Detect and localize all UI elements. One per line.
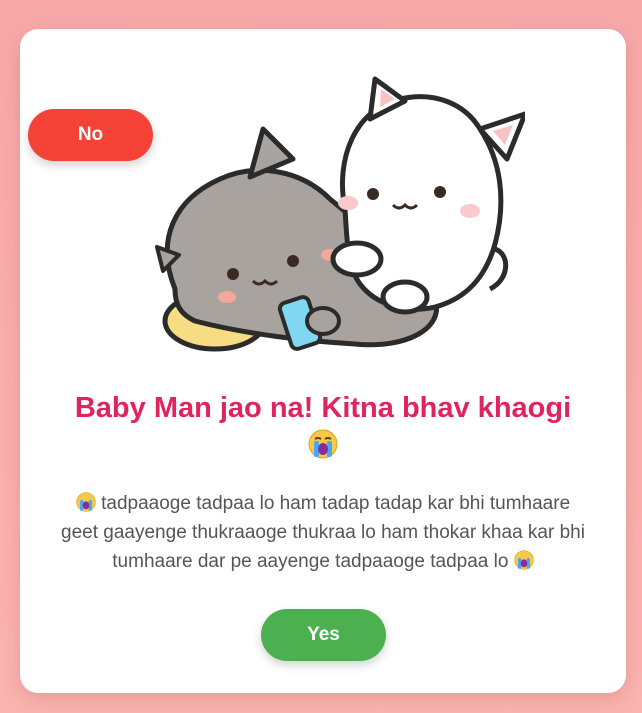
loudly-crying-face-icon xyxy=(514,550,534,570)
message-body: tadpaaoge tadpaa lo ham tadap tadap kar … xyxy=(61,493,585,572)
loudly-crying-face-icon xyxy=(76,492,96,512)
loudly-crying-face-icon xyxy=(308,429,338,459)
two-cats-illustration xyxy=(155,76,525,352)
page-title: Baby Man jao na! Kitna bhav khaogi xyxy=(20,389,626,459)
title-text: Baby Man jao na! Kitna bhav khaogi xyxy=(74,392,572,424)
message-text: tadpaaoge tadpaa lo ham tadap tadap kar … xyxy=(58,489,588,576)
no-button[interactable]: No xyxy=(28,109,153,161)
yes-button[interactable]: Yes xyxy=(261,609,386,661)
